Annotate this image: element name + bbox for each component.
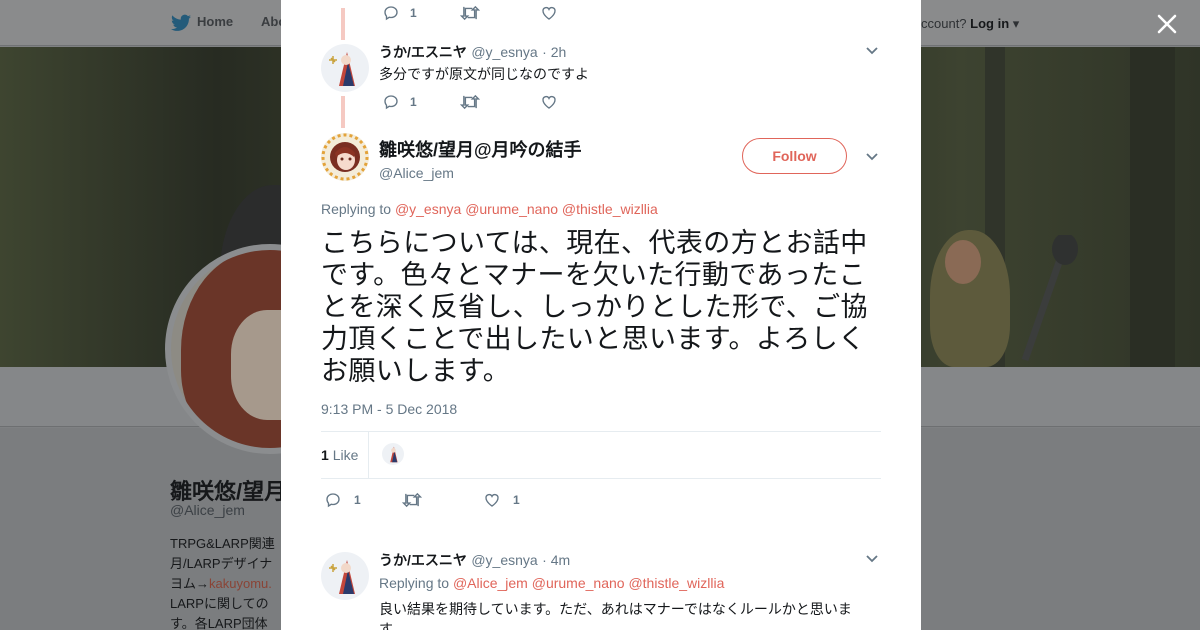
heart-icon <box>485 493 499 507</box>
username[interactable]: @y_esnya <box>471 44 537 60</box>
replying-to-label: Replying to <box>321 201 392 217</box>
main-tweet-text: こちらについては、現在、代表の方とお話中です。色々とマナーを欠いた行動であったこ… <box>321 228 868 387</box>
profile-handle: @Alice_jem <box>170 502 245 518</box>
replying-to: Replying to @y_esnya @urume_nano @thistl… <box>321 201 658 217</box>
replying-to: Replying to @Alice_jem @urume_nano @this… <box>379 575 724 591</box>
divider <box>321 431 881 432</box>
login-link[interactable]: Log in <box>970 16 1009 31</box>
bio-line: TRPG&LARP関連 <box>170 536 275 551</box>
bio-line: 月/LARPデザイナ <box>170 556 273 571</box>
like-action[interactable]: 1 <box>483 491 520 509</box>
twitter-bird-icon[interactable] <box>171 14 191 32</box>
reply-icon <box>384 6 398 21</box>
like-action[interactable] <box>540 93 558 111</box>
like-action[interactable] <box>540 4 558 22</box>
heart-icon <box>542 6 556 20</box>
mention-link[interactable]: @thistle_wizllia <box>562 201 658 217</box>
retweet-icon <box>460 5 480 21</box>
caret-down-icon: ▾ <box>1012 16 1020 31</box>
display-name[interactable]: うか/エスニヤ <box>379 552 467 568</box>
banner-staff <box>1021 235 1078 362</box>
replying-to-label: Replying to <box>379 575 450 591</box>
tweet-time[interactable]: · 2h <box>542 44 566 60</box>
banner-figure-face <box>945 240 981 284</box>
retweet-action[interactable] <box>460 93 480 111</box>
chevron-down-icon[interactable] <box>865 553 879 565</box>
bio-link[interactable]: kakuyomu. <box>209 576 272 591</box>
reply-count: 1 <box>410 95 417 109</box>
main-tweet-name-block: 雛咲悠/望月@月吟の結手 @Alice_jem <box>379 136 582 181</box>
retweet-icon <box>402 492 422 508</box>
retweet-action[interactable] <box>402 491 422 509</box>
reply-action[interactable]: 1 <box>382 4 417 22</box>
reply-action[interactable]: 1 <box>382 93 417 111</box>
likes-count: 1 <box>321 447 329 463</box>
chevron-down-icon[interactable] <box>865 151 879 163</box>
avatar[interactable] <box>321 44 369 92</box>
tweet-header: うか/エスニヤ @y_esnya · 2h <box>379 42 566 62</box>
tweet-header: うか/エスニヤ @y_esnya · 4m <box>379 550 570 570</box>
bio-line: LARPに関しての <box>170 596 269 611</box>
mention-link[interactable]: @urume_nano <box>465 201 558 217</box>
display-name[interactable]: 雛咲悠/望月@月吟の結手 <box>379 136 582 162</box>
display-name[interactable]: うか/エスニヤ <box>379 44 467 60</box>
nav-home-link[interactable]: Home <box>197 14 233 29</box>
like-count: 1 <box>513 493 520 507</box>
banner-tree <box>1130 47 1175 367</box>
reply-action[interactable]: 1 <box>324 491 361 509</box>
thread-connector <box>341 96 345 128</box>
thread-connector <box>341 8 345 40</box>
avatar[interactable] <box>321 552 369 600</box>
likes-stat[interactable]: 1 Like <box>321 447 358 463</box>
chevron-down-icon[interactable] <box>865 45 879 57</box>
bio-line: す。各LARP団体 <box>170 616 268 630</box>
username[interactable]: @y_esnya <box>471 552 537 568</box>
stat-separator <box>368 432 369 478</box>
reply-count: 1 <box>354 493 361 507</box>
tweet-text: 良い結果を期待しています。ただ、あれはマナーではなくルールかと思います。 <box>379 601 852 630</box>
reply-icon <box>384 95 398 110</box>
username[interactable]: @Alice_jem <box>379 165 582 181</box>
mention-link[interactable]: @Alice_jem <box>453 575 528 591</box>
reply-count: 1 <box>410 6 417 20</box>
close-icon[interactable] <box>1153 10 1181 38</box>
mention-link[interactable]: @thistle_wizllia <box>628 575 724 591</box>
likes-label: Like <box>332 447 359 463</box>
tweet-timestamp[interactable]: 9:13 PM - 5 Dec 2018 <box>321 401 457 417</box>
liker-avatar[interactable] <box>382 443 404 465</box>
mention-link[interactable]: @urume_nano <box>532 575 625 591</box>
profile-bio: TRPG&LARP関連 月/LARPデザイナ ヨム→kakuyomu. LARP… <box>170 534 285 630</box>
retweet-icon <box>460 94 480 110</box>
reply-icon <box>326 493 340 508</box>
divider <box>321 478 881 479</box>
retweet-action[interactable] <box>460 4 480 22</box>
login-prompt[interactable]: ccount? Log in ▾ <box>921 16 1019 32</box>
account-question: ccount? <box>921 16 967 31</box>
bio-line: ヨム→ <box>170 576 210 591</box>
mention-link[interactable]: @y_esnya <box>395 201 461 217</box>
tweet-time[interactable]: · 4m <box>542 552 570 568</box>
avatar[interactable] <box>321 133 369 181</box>
tweet-text: 多分ですが原文が同じなのですよ <box>379 66 589 82</box>
follow-button[interactable]: Follow <box>742 138 847 174</box>
heart-icon <box>542 95 556 109</box>
